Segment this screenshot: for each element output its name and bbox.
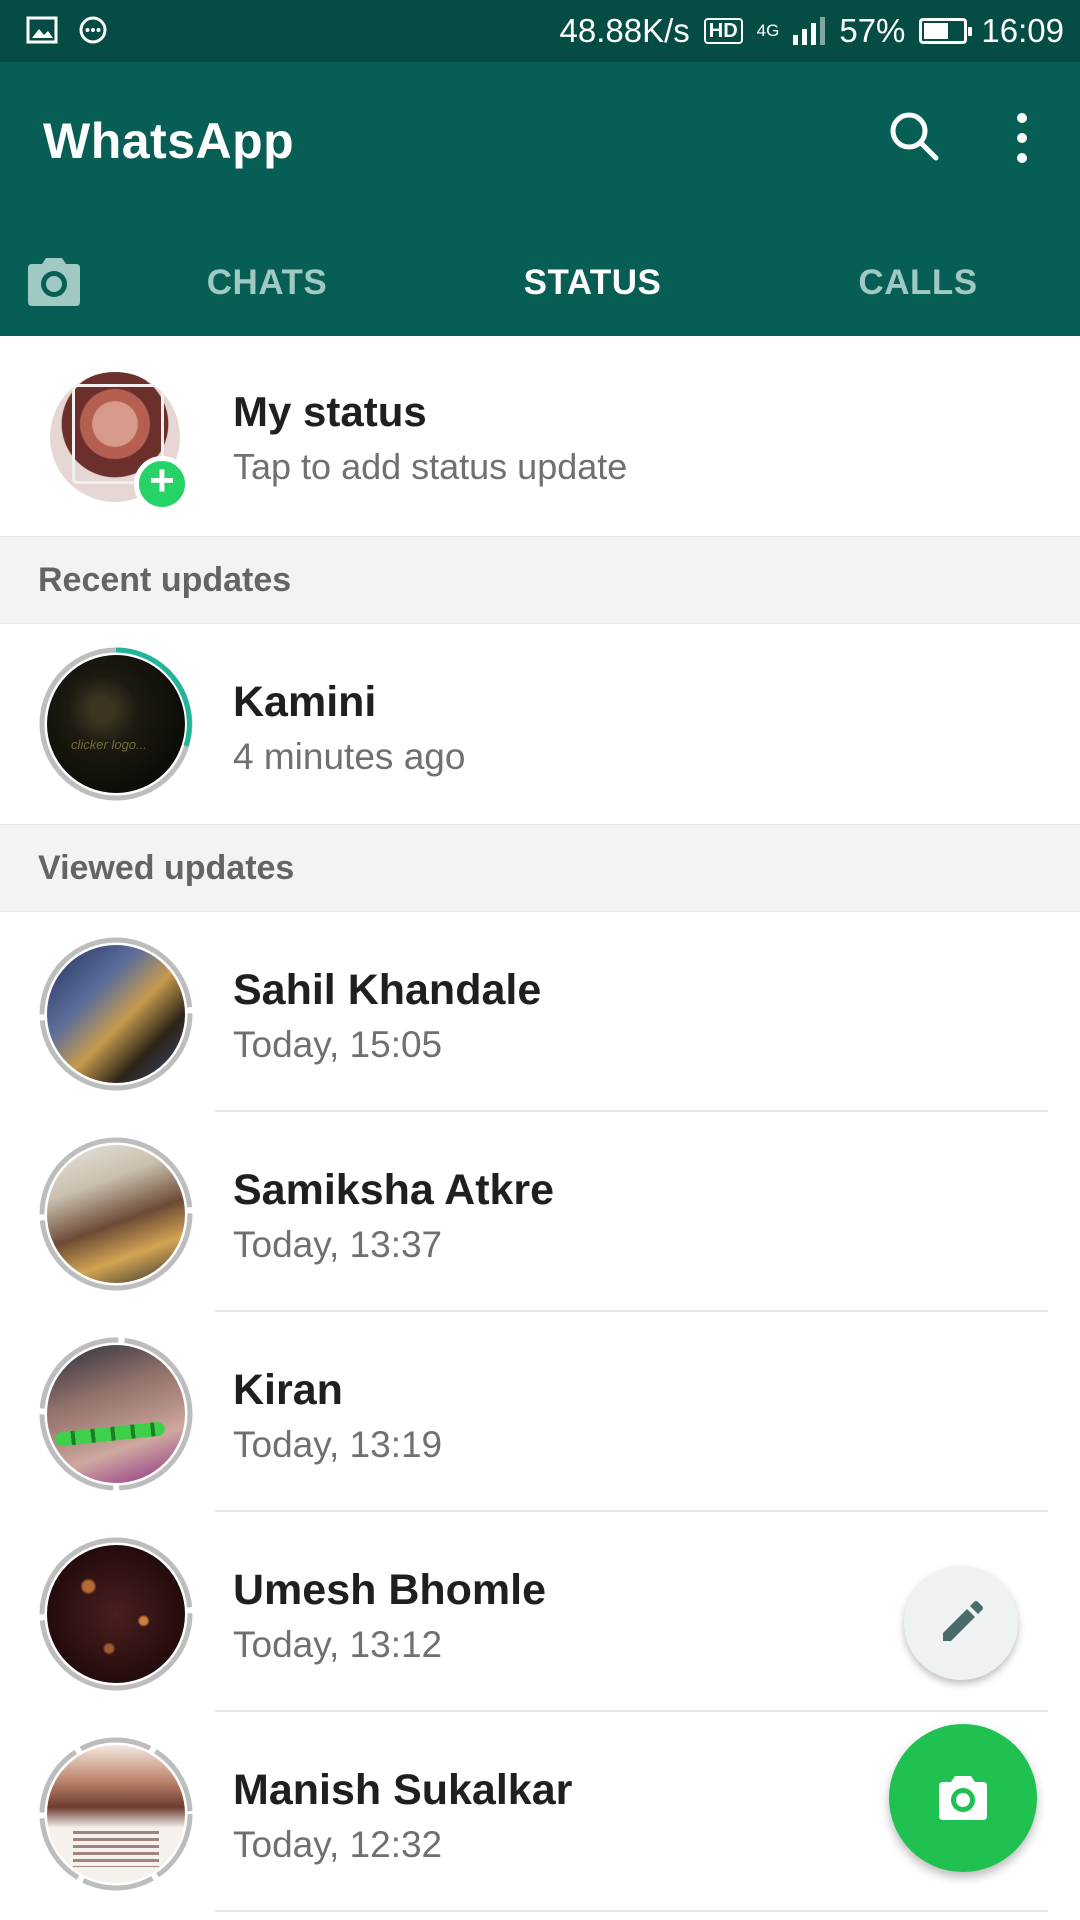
my-status-title: My status [233, 388, 427, 435]
network-type: 4G [756, 21, 780, 40]
battery-icon [919, 18, 973, 44]
status-thumbnail [47, 945, 185, 1083]
hd-voice-icon: HD [703, 18, 743, 44]
clock: 16:09 [981, 12, 1064, 49]
section-title: Viewed updates [38, 849, 295, 887]
contact-name: Sahil Khandale [233, 966, 542, 1014]
avatar [38, 1536, 194, 1692]
avatar [38, 1136, 194, 1292]
status-thumbnail [47, 655, 185, 793]
my-status-row[interactable]: + My status Tap to add status update [0, 336, 1080, 536]
tab-status[interactable]: STATUS [430, 230, 755, 336]
status-thumbnail [47, 1345, 185, 1483]
status-row-kamini[interactable]: Kamini 4 minutes ago [0, 624, 1080, 824]
tab-chats[interactable]: CHATS [122, 230, 412, 336]
image-notification-icon [26, 16, 58, 44]
avatar [38, 936, 194, 1092]
contact-name: Kiran [233, 1366, 343, 1414]
status-time: Today, 13:19 [233, 1424, 443, 1465]
status-time: Today, 15:05 [233, 1024, 443, 1065]
add-status-icon: + [134, 456, 190, 512]
status-time: Today, 13:37 [233, 1224, 443, 1265]
pencil-icon [943, 1601, 983, 1641]
camera-icon [939, 1776, 987, 1820]
status-time: Today, 13:12 [233, 1624, 443, 1665]
message-notification-icon [79, 16, 107, 44]
status-time: Today, 12:32 [233, 1824, 443, 1865]
status-row-samiksha-atkre[interactable]: Samiksha Atkre Today, 13:37 [0, 1112, 1080, 1312]
avatar [38, 1736, 194, 1892]
notification-icons [26, 15, 108, 45]
camera-icon[interactable] [24, 256, 84, 308]
contact-name: Kamini [233, 678, 377, 726]
app-title: WhatsApp [43, 113, 295, 169]
avatar [38, 646, 194, 802]
status-time: 4 minutes ago [233, 736, 466, 777]
my-status-subtitle: Tap to add status update [233, 446, 628, 487]
contact-name: Umesh Bhomle [233, 1566, 547, 1614]
app-bar: WhatsApp CHATS STATUS CALLS [0, 62, 1080, 398]
status-thumbnail [47, 1745, 185, 1883]
battery-percent: 57% [839, 12, 906, 49]
camera-status-button[interactable] [889, 1724, 1037, 1872]
search-icon[interactable] [884, 106, 944, 166]
status-row-kiran[interactable]: Kiran Today, 13:19 [0, 1312, 1080, 1512]
contact-name: Samiksha Atkre [233, 1166, 555, 1214]
network-speed: 48.88K/s [559, 12, 690, 49]
status-indicators: 48.88K/s HD 4G 57% 16:09 [560, 0, 1065, 62]
row-divider [215, 1910, 1048, 1912]
status-row-sahil-khandale[interactable]: Sahil Khandale Today, 15:05 [0, 912, 1080, 1112]
text-status-button[interactable] [904, 1566, 1018, 1680]
system-status-bar: 48.88K/s HD 4G 57% 16:09 [0, 0, 1080, 62]
recent-updates-header: Recent updates [0, 536, 1080, 624]
signal-icon [793, 17, 826, 45]
section-title: Recent updates [38, 561, 292, 599]
status-thumbnail [47, 1545, 185, 1683]
viewed-updates-header: Viewed updates [0, 824, 1080, 912]
more-vert-icon[interactable] [996, 108, 1048, 168]
contact-name: Manish Sukalkar [233, 1766, 573, 1814]
avatar [38, 1336, 194, 1492]
tab-calls[interactable]: CALLS [773, 230, 1063, 336]
tab-bar: CHATS STATUS CALLS [0, 230, 1080, 398]
status-thumbnail [47, 1145, 185, 1283]
